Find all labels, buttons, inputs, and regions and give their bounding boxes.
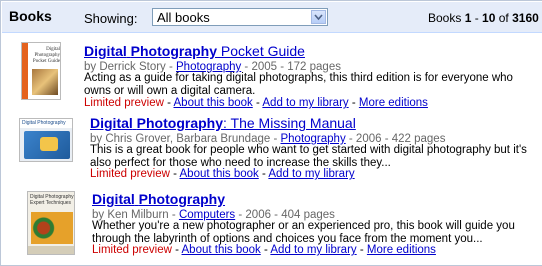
- add-to-library-link[interactable]: Add to my library: [270, 244, 356, 256]
- about-book-link[interactable]: About this book: [182, 244, 261, 256]
- book-title-link-3[interactable]: Digital Photography: [92, 191, 225, 207]
- results-total: 3160: [512, 11, 539, 25]
- book-description-1: Acting as a guide for taking digital pho…: [84, 72, 513, 97]
- preview-status: Limited preview: [90, 168, 170, 180]
- book-title-link-1[interactable]: Digital Photography Pocket Guide: [84, 43, 305, 59]
- filter-selected-value: All books: [157, 10, 210, 25]
- cover-title: Digital Photography: [20, 119, 72, 128]
- book-description-3: Whether you're a new photographer or an …: [92, 220, 515, 245]
- title-part: Digital: [90, 115, 133, 131]
- book-cover-3[interactable]: Digital Photography Expert Techniques: [27, 191, 75, 255]
- preview-status: Limited preview: [92, 244, 172, 256]
- book-actions-3: Limited preview - About this book - Add …: [92, 244, 436, 256]
- title-part: : The Missing Manual: [223, 115, 356, 131]
- results-header-bar: Books Showing: All books Books 1 - 10 of…: [2, 2, 542, 33]
- book-description-2: This is a great book for people who want…: [90, 144, 527, 169]
- section-title: Books: [9, 8, 52, 24]
- cover-title: Digital Photography Pocket Guide: [32, 47, 60, 64]
- more-editions-link[interactable]: More editions: [367, 244, 436, 256]
- title-part: Photography: [136, 115, 224, 131]
- book-title-link-2[interactable]: Digital Photography: The Missing Manual: [90, 115, 356, 131]
- add-to-library-link[interactable]: Add to my library: [268, 168, 354, 180]
- book-actions-1: Limited preview - About this book - Add …: [84, 97, 428, 109]
- filter-dropdown[interactable]: All books: [152, 8, 328, 26]
- more-editions-link[interactable]: More editions: [359, 97, 428, 109]
- range-separator: -: [471, 11, 483, 25]
- book-cover-1[interactable]: Digital Photography Pocket Guide: [21, 42, 61, 100]
- about-book-link[interactable]: About this book: [180, 168, 259, 180]
- results-count: Books 1 - 10 of 3160: [428, 11, 539, 25]
- title-part: Digital: [84, 43, 127, 59]
- of-label: of: [495, 11, 513, 25]
- title-part: Pocket Guide: [217, 43, 305, 59]
- preview-status: Limited preview: [84, 97, 164, 109]
- showing-label: Showing:: [84, 11, 138, 26]
- results-prefix: Books: [428, 11, 465, 25]
- books-results-panel: Books Showing: All books Books 1 - 10 of…: [0, 0, 542, 266]
- chevron-down-icon[interactable]: [311, 10, 326, 24]
- title-part: Photography: [138, 191, 226, 207]
- book-cover-2[interactable]: Digital Photography: [19, 118, 73, 162]
- range-end: 10: [482, 11, 496, 25]
- title-part: Photography: [130, 43, 218, 59]
- title-part: Digital: [92, 191, 135, 207]
- book-actions-2: Limited preview - About this book - Add …: [90, 168, 355, 180]
- add-to-library-link[interactable]: Add to my library: [262, 97, 348, 109]
- about-book-link[interactable]: About this book: [174, 97, 253, 109]
- cover-title: Digital Photography Expert Techniques: [30, 194, 74, 206]
